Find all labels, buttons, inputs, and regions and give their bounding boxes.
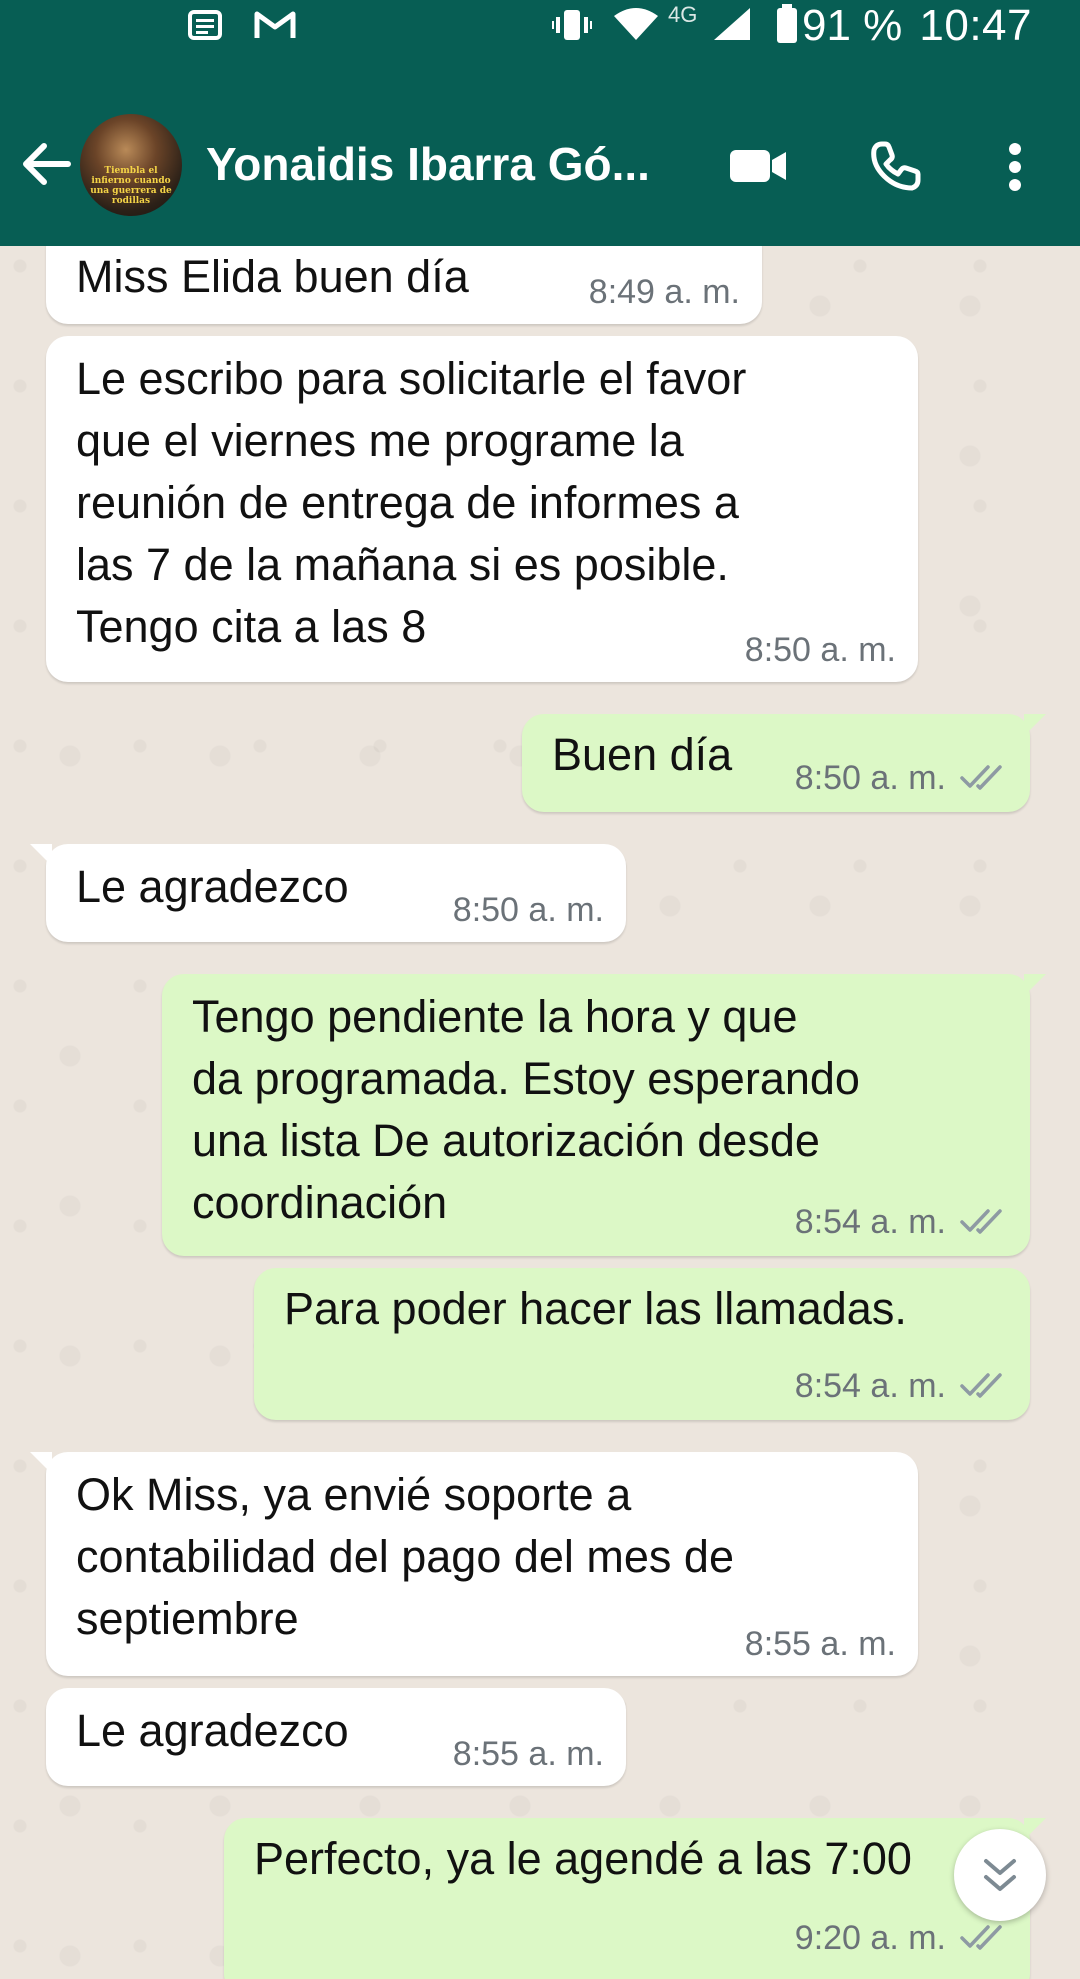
battery-percent: 91 % xyxy=(802,1,903,50)
scroll-to-bottom-button[interactable] xyxy=(954,1829,1046,1921)
message-text: Para poder hacer las llamadas. xyxy=(284,1283,907,1334)
wifi-icon xyxy=(612,6,660,47)
status-bar: 4G 91 % 10:47 xyxy=(0,0,1080,58)
message-text: Le escribo para solicitarle el favor que… xyxy=(76,353,747,652)
clock: 10:47 xyxy=(919,1,1032,50)
contact-name[interactable]: Yonaidis Ibarra Gó... xyxy=(206,136,686,192)
message-time-text: 8:54 a. m. xyxy=(794,1366,946,1405)
message-bubble-incoming[interactable]: Ok Miss, ya envié soporte a contabilidad… xyxy=(30,1452,918,1676)
network-type: 4G xyxy=(668,2,698,27)
message-bubble-incoming[interactable]: Le agradezco 8:55 a. m. xyxy=(46,1688,626,1786)
message-text: Perfecto, ya le agendé a las 7:00 xyxy=(254,1833,912,1884)
video-call-icon[interactable] xyxy=(728,146,788,191)
message-time: 8:55 a. m. xyxy=(453,1734,604,1774)
battery-icon xyxy=(776,4,798,49)
vibrate-icon xyxy=(552,8,592,47)
back-arrow-icon[interactable] xyxy=(20,142,72,191)
message-time-text: 8:55 a. m. xyxy=(744,1625,896,1663)
message-time-text: 8:50 a. m. xyxy=(452,891,604,929)
double-check-icon xyxy=(960,1368,1008,1408)
message-bubble-incoming[interactable]: Miss Elida buen día 8:49 a. m. xyxy=(46,246,762,324)
bubble-tail xyxy=(1024,1818,1046,1840)
more-vert-icon[interactable] xyxy=(1008,142,1022,197)
message-time: 8:50 a. m. xyxy=(795,758,1008,800)
message-time-text: 8:50 a. m. xyxy=(794,758,946,797)
message-time: 8:54 a. m. xyxy=(795,1202,1008,1244)
message-time-text: 8:50 a. m. xyxy=(744,631,896,669)
message-bubble-outgoing[interactable]: Tengo pendiente la hora y que da program… xyxy=(162,974,1046,1256)
message-bubble-incoming[interactable]: Le escribo para solicitarle el favor que… xyxy=(46,336,918,682)
bubble-tail xyxy=(1024,714,1046,736)
message-time: 8:54 a. m. xyxy=(795,1366,1008,1408)
message-text: Le agradezco xyxy=(76,861,349,912)
message-bubble-outgoing[interactable]: Para poder hacer las llamadas. 8:54 a. m… xyxy=(254,1268,1030,1420)
phone-icon[interactable] xyxy=(868,140,922,199)
message-text: Le agradezco xyxy=(76,1705,349,1756)
news-icon xyxy=(188,10,222,45)
double-check-icon xyxy=(960,1920,1008,1960)
bubble-tail xyxy=(30,1452,52,1474)
chat-area[interactable]: Miss Elida buen día 8:49 a. m. Le escrib… xyxy=(0,246,1080,1979)
message-time: 8:55 a. m. xyxy=(745,1624,896,1664)
message-text: Tengo pendiente la hora y que da program… xyxy=(192,991,860,1228)
signal-icon xyxy=(712,6,752,47)
message-text: Miss Elida buen día xyxy=(76,251,469,302)
message-time: 8:50 a. m. xyxy=(745,630,896,670)
message-time-text: 8:49 a. m. xyxy=(588,273,740,311)
message-text: Ok Miss, ya envié soporte a contabilidad… xyxy=(76,1469,734,1644)
message-time-text: 9:20 a. m. xyxy=(794,1918,946,1957)
avatar-caption: Tiembla el infierno cuando una guerrera … xyxy=(90,166,172,206)
message-bubble-outgoing[interactable]: Buen día 8:50 a. m. xyxy=(522,714,1046,812)
message-time: 8:49 a. m. xyxy=(589,272,740,312)
double-check-icon xyxy=(960,1204,1008,1244)
double-chevron-down-icon xyxy=(982,1855,1018,1900)
bubble-tail xyxy=(1024,974,1046,996)
chat-header: Tiembla el infierno cuando una guerrera … xyxy=(0,58,1080,246)
message-time: 9:20 a. m. xyxy=(795,1918,1008,1960)
message-time: 8:50 a. m. xyxy=(453,890,604,930)
message-bubble-incoming[interactable]: Le agradezco 8:50 a. m. xyxy=(30,844,626,942)
message-time-text: 8:54 a. m. xyxy=(794,1202,946,1241)
bubble-tail xyxy=(30,844,52,866)
message-text: Buen día xyxy=(552,729,733,780)
message-time-text: 8:55 a. m. xyxy=(452,1735,604,1773)
gmail-icon xyxy=(254,10,296,45)
avatar[interactable]: Tiembla el infierno cuando una guerrera … xyxy=(80,114,182,216)
message-bubble-outgoing[interactable]: Perfecto, ya le agendé a las 7:00 9:20 a… xyxy=(224,1818,1046,1979)
double-check-icon xyxy=(960,760,1008,800)
